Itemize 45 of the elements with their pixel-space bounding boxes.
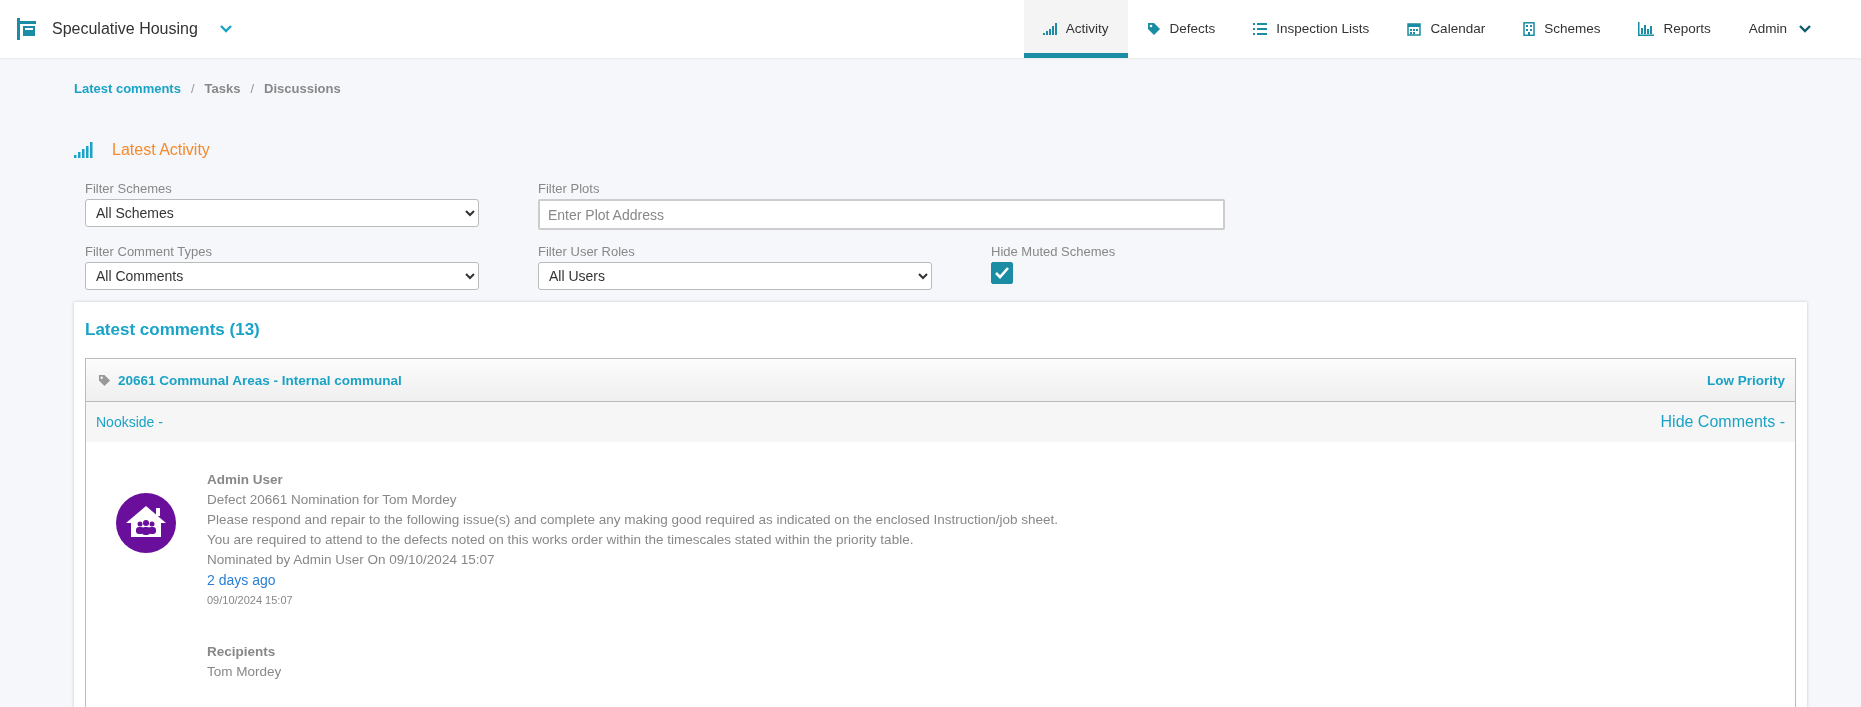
bar-chart-icon bbox=[1638, 21, 1655, 36]
comment-text: Nominated by Admin User On 09/10/2024 15:07 bbox=[207, 551, 495, 569]
calendar-icon bbox=[1407, 21, 1422, 36]
section-heading: Latest comments (13) bbox=[85, 320, 261, 340]
user-menu[interactable]: Admin bbox=[1729, 0, 1831, 58]
plot-address-field[interactable]: Enter Plot Address bbox=[538, 199, 1225, 230]
tag-icon bbox=[1146, 21, 1161, 36]
checkmark-icon bbox=[994, 265, 1010, 281]
nav-tab[interactable]: Calendar bbox=[1388, 0, 1505, 58]
filter-label: Filter Comment Types bbox=[85, 244, 213, 259]
signal-bars-icon bbox=[1042, 22, 1057, 35]
comment-text: Defect 20661 Nomination for Tom Mordey bbox=[207, 491, 457, 509]
house-avatar-icon bbox=[116, 493, 176, 553]
comment-author: Admin User bbox=[207, 471, 283, 489]
nav-tab[interactable]: Schemes bbox=[1504, 0, 1620, 58]
filter-label: Filter User Roles bbox=[538, 244, 636, 259]
recipients-label: Recipients bbox=[207, 643, 276, 661]
filter-label: Filter Schemes bbox=[85, 181, 173, 196]
list-icon bbox=[1253, 21, 1268, 36]
nav-tab[interactable]: Defects bbox=[1127, 0, 1235, 58]
app-title[interactable]: Speculative Housing bbox=[52, 20, 198, 38]
building-icon bbox=[1523, 21, 1536, 36]
breadcrumb-separator: / bbox=[250, 80, 255, 96]
nav-tab[interactable]: Inspection Lists bbox=[1234, 0, 1389, 58]
comment-text: You are required to attend to the defects noted on this works order within the timescales stated within the priority table. bbox=[207, 531, 914, 549]
breadcrumb-separator: / bbox=[190, 80, 195, 96]
chevron-down-icon bbox=[1799, 24, 1811, 33]
nav-tab[interactable]: Activity bbox=[1023, 0, 1128, 58]
priority-label: Low Priority bbox=[1707, 372, 1785, 388]
filter-label: Filter Plots bbox=[538, 181, 601, 196]
recipient-name: Tom Mordey bbox=[207, 663, 282, 681]
comment-type-select[interactable]: All Comments bbox=[85, 262, 479, 290]
signal-bars-icon bbox=[74, 142, 94, 158]
timestamp: 09/10/2024 15:07 bbox=[207, 593, 293, 608]
comment-text: Please respond and repair to the following issue(s) and complete any making good required as indicated on the enclosed Instruction/job sheet. bbox=[207, 511, 1059, 529]
user-role-select[interactable]: All Users bbox=[538, 262, 932, 290]
sign-icon bbox=[14, 17, 38, 41]
tag-icon bbox=[98, 373, 111, 387]
filter-label: Hide Muted Schemes bbox=[991, 244, 1117, 259]
scheme-select[interactable]: All Schemes bbox=[85, 199, 479, 227]
chevron-down-icon[interactable] bbox=[219, 25, 232, 33]
hide-muted-checkbox[interactable] bbox=[991, 262, 1013, 284]
nav-tab[interactable]: Reports bbox=[1619, 0, 1730, 58]
page-title: Latest Activity bbox=[112, 141, 210, 159]
relative-time-link[interactable]: 2 days ago bbox=[207, 570, 276, 590]
